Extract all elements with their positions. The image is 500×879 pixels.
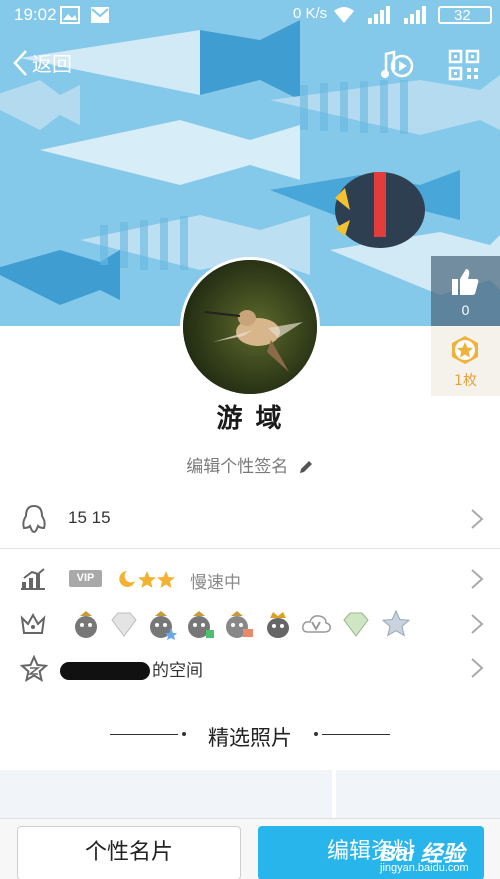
penguin-green-badge-icon (188, 611, 214, 638)
crown-icon (20, 612, 46, 634)
medal-count: 1枚 (454, 373, 477, 389)
qzone-row[interactable]: 的空间 (0, 648, 500, 688)
thumbs-up-icon (452, 269, 479, 295)
vip-status: 慢速中 (190, 573, 241, 593)
medal-star-icon (452, 336, 478, 364)
green-diamond-badge-icon (343, 612, 369, 637)
hummingbird-photo (183, 260, 317, 394)
signature-text: 编辑个性签名 (186, 457, 289, 477)
heading-dot-right (314, 732, 318, 736)
baidu-jingyan-watermark: Bai 经验 jingyan.baidu.com (380, 836, 469, 874)
qzone-suffix: 的空间 (152, 661, 203, 681)
watermark-domain: jingyan.baidu.com (380, 862, 469, 874)
chevron-right-icon (471, 614, 484, 634)
vip-tag: VIP (69, 570, 102, 587)
redacted-name (60, 662, 150, 680)
picture-notification-icon (60, 6, 80, 24)
like-count: 0 (461, 302, 470, 318)
diamond-badge-icon (111, 612, 137, 637)
avatar[interactable] (180, 257, 320, 397)
qq-number: 15 15 (68, 508, 111, 527)
badges-row[interactable] (0, 604, 500, 644)
medal-button[interactable]: 1枚 (431, 326, 500, 396)
back-arrow-icon (13, 49, 27, 76)
like-button[interactable]: 0 (431, 256, 500, 326)
back-button[interactable]: 返回 (12, 48, 72, 77)
qq-number-row[interactable]: 15 15 (0, 498, 500, 542)
photo-slot[interactable] (0, 770, 332, 818)
chevron-right-icon (471, 569, 484, 589)
back-label: 返回 (32, 52, 72, 76)
mail-notification-icon (91, 7, 109, 23)
profile-card-button[interactable]: 个性名片 (17, 826, 241, 879)
heading-line-right (322, 734, 390, 735)
level-moon-stars-icon (119, 571, 175, 588)
level-chart-icon (21, 568, 45, 590)
photo-slot[interactable] (336, 770, 500, 818)
penguin-mascot (335, 172, 425, 248)
penguin-star-badge-icon (150, 611, 177, 640)
music-note-play-icon[interactable] (380, 48, 414, 82)
pencil-icon (299, 461, 312, 473)
signal-4g-icon (368, 6, 390, 24)
signal-3g-icon (404, 6, 426, 24)
edit-signature[interactable]: 编辑个性签名 (0, 452, 500, 477)
battery-level: 32 (454, 7, 471, 24)
qr-code-icon[interactable] (447, 48, 481, 82)
qzone-label: 的空间 (60, 656, 203, 681)
chevron-right-icon (471, 509, 484, 529)
penguin-gift-badge-icon (226, 611, 253, 638)
star-badge-icon (381, 609, 411, 637)
wifi-icon (334, 7, 354, 23)
featured-photos-title: 精选照片 (208, 726, 292, 750)
divider (0, 548, 500, 549)
status-time: 19:02 (14, 5, 57, 24)
status-bar: 19:02 0 K/s 32 (0, 0, 500, 30)
qzone-star-icon (20, 655, 48, 683)
vip-row[interactable]: VIP 慢速中 (0, 560, 500, 600)
top-bar: 返回 (0, 42, 500, 88)
chevron-right-icon (471, 658, 484, 678)
cloud-v-badge-icon (302, 615, 331, 633)
penguin-crown-badge-icon (267, 612, 289, 638)
battery-indicator: 32 (438, 6, 492, 24)
featured-photos-heading: 精选照片 (0, 720, 500, 750)
network-speed: 0 K/s (293, 5, 328, 22)
penguin-outline-icon (22, 504, 46, 534)
penguin-badge-icon (75, 611, 97, 638)
nickname: 游 域 (216, 404, 284, 434)
photo-strip (0, 770, 500, 818)
